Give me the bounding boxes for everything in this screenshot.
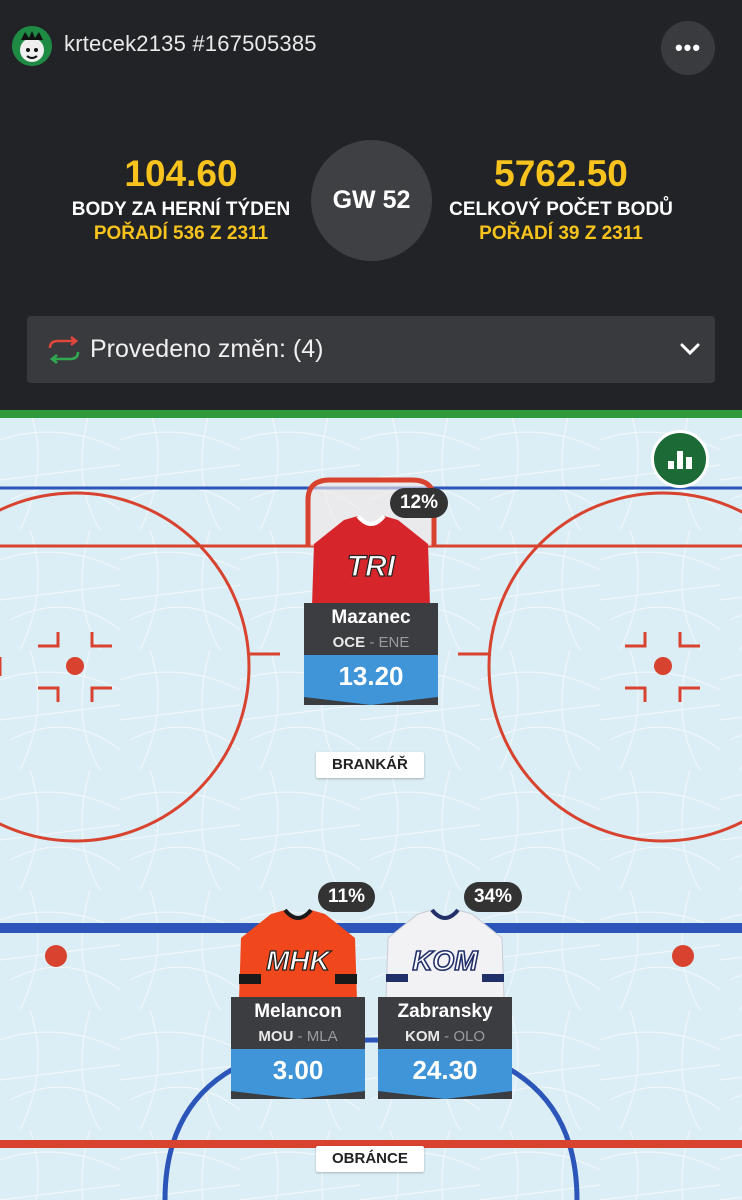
jersey-text: MHK: [266, 945, 332, 976]
player-points: 24.30: [378, 1049, 512, 1091]
swap-icon: [48, 335, 80, 364]
total-points-value: 5762.50: [494, 153, 628, 194]
jersey-icon: TRI: [312, 514, 430, 606]
week-points-value: 104.60: [124, 153, 238, 194]
transfers-label: Provedeno změn: (4): [90, 335, 324, 363]
player-info: Melancon MOU - MLA 3.00: [231, 997, 365, 1099]
jersey-text: TRI: [347, 550, 396, 583]
transfers-dropdown[interactable]: Provedeno změn: (4): [27, 316, 715, 383]
chevron-down-icon: [680, 343, 700, 356]
position-label-goalie: BRANKÁŘ: [316, 752, 424, 778]
player-team: MOU: [258, 1028, 294, 1045]
player-points: 13.20: [304, 655, 438, 697]
jersey-text: KOM: [412, 945, 478, 976]
jersey-icon: KOM: [385, 908, 505, 1000]
total-stats: 5762.50 CELKOVÝ POČET BODŮ POŘADÍ 39 Z 2…: [411, 152, 711, 246]
player-matchup: MOU - MLA: [258, 1028, 338, 1045]
player-matchup: KOM - OLO: [404, 1028, 486, 1045]
bar-chart-icon: [668, 451, 692, 469]
jersey-icon: MHK: [239, 908, 357, 1000]
player-team: OCE: [332, 634, 366, 651]
player-matchup: OCE - ENE: [332, 634, 410, 651]
position-label-defense: OBRÁNCE: [316, 1146, 424, 1172]
top-bar: krtecek2135 #167505385 •••: [0, 0, 742, 90]
ownership-badge: 12%: [389, 488, 448, 518]
ownership-badge: 11%: [318, 882, 375, 912]
week-rank: POŘADÍ 536 Z 2311: [93, 223, 269, 244]
username-label: krtecek2135 #167505385: [64, 31, 317, 56]
total-points-label: CELKOVÝ POČET BODŮ: [449, 199, 673, 220]
week-points-label: BODY ZA HERNÍ TÝDEN: [71, 199, 291, 220]
player-info: Zabransky KOM - OLO 24.30: [378, 997, 512, 1099]
player-points: 3.00: [231, 1049, 365, 1091]
player-opponent: OLO: [453, 1028, 486, 1045]
ownership-badge: 34%: [463, 882, 522, 912]
player-team: KOM: [404, 1028, 440, 1045]
week-stats: 104.60 BODY ZA HERNÍ TÝDEN POŘADÍ 536 Z …: [31, 152, 331, 246]
team-logo-icon[interactable]: [12, 26, 52, 66]
stats-chart-button[interactable]: [651, 430, 709, 488]
player-opponent: MLA: [306, 1028, 338, 1045]
player-opponent: ENE: [378, 634, 410, 651]
player-name: Mazanec: [331, 607, 411, 628]
player-info: Mazanec OCE - ENE 13.20: [304, 603, 438, 705]
player-name: Melancon: [254, 1001, 342, 1022]
more-options-button[interactable]: •••: [661, 21, 715, 75]
player-name: Zabransky: [397, 1001, 493, 1022]
total-rank: POŘADÍ 39 Z 2311: [479, 223, 643, 244]
